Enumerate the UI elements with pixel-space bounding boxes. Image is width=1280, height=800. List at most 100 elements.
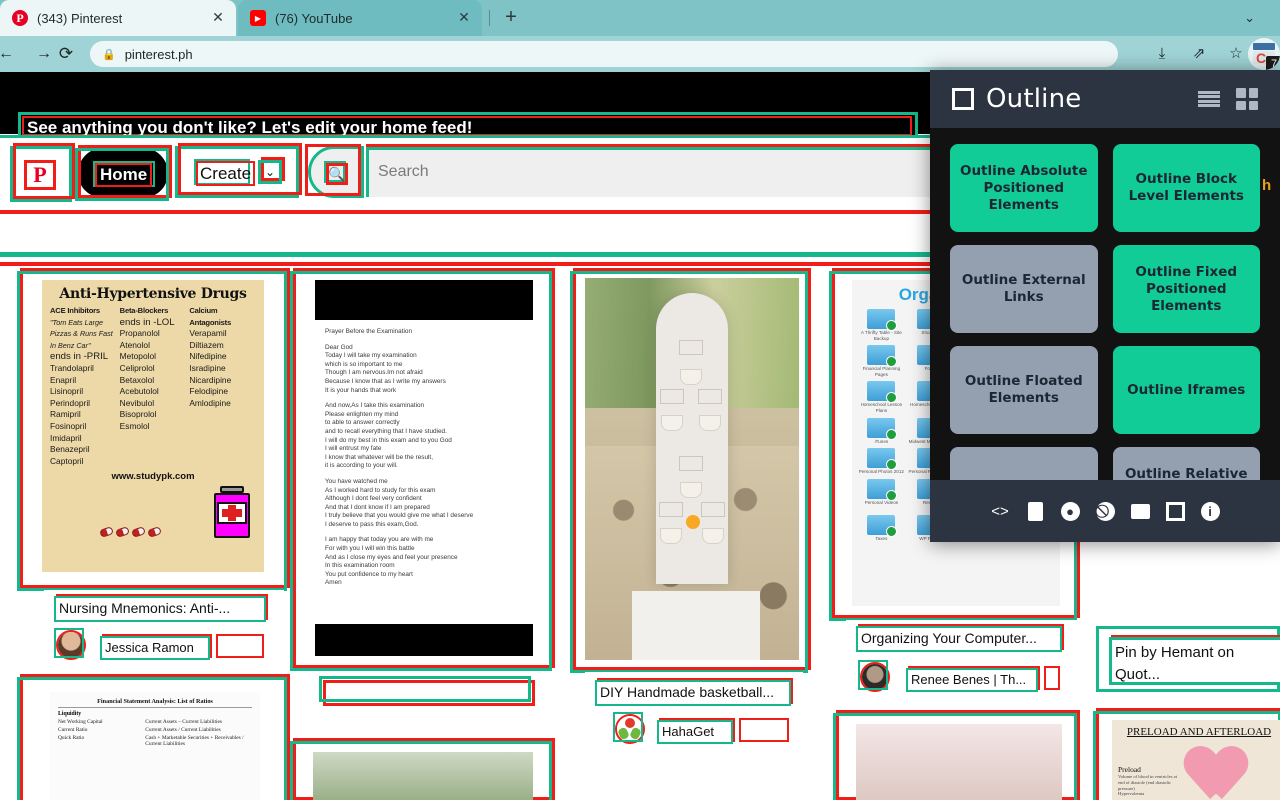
drug-item: Benazepril (50, 444, 90, 455)
outline-panel-header: Outline (930, 70, 1280, 128)
outline-toggle-button[interactable]: Outline Block Level Elements (1112, 144, 1260, 232)
pin-title: Pin by Hemant on Quot... (1115, 644, 1235, 683)
pin-image[interactable] (856, 724, 1062, 800)
tab-title: (76) YouTube (275, 10, 353, 26)
financial-ratios-poster: Financial Statement Analysis: List of Ra… (50, 692, 260, 800)
cookie-icon[interactable]: ● (1059, 500, 1081, 522)
pin-image[interactable]: Prayer Before the Examination Dear God T… (315, 280, 533, 656)
grid-view-icon[interactable] (1236, 88, 1258, 110)
pinterest-p-glyph: P (33, 162, 47, 187)
extension-glyph: C (1256, 50, 1267, 66)
poster-top-band (315, 280, 533, 320)
square-icon[interactable] (1164, 500, 1186, 522)
image-icon[interactable] (1129, 500, 1151, 522)
tab-close-icon[interactable]: ✕ (456, 10, 472, 26)
drug-item: Captopril (50, 455, 84, 466)
tab-strip: P (343) Pinterest ✕ ▶ (76) YouTube ✕ + ⌄ (0, 0, 1280, 36)
prayer-stanza: I am happy that today you are with me Fo… (325, 536, 458, 587)
poster-column-ace: ACE Inhibitors "Tom Eats Large Pizzas & … (50, 305, 117, 467)
pin-card[interactable]: Anti-Hypertensive Drugs ACE Inhibitors "… (17, 268, 290, 591)
outline-extension-panel[interactable]: Outline Outline Absolute Positioned Elem… (930, 70, 1280, 542)
outline-toggle-button[interactable]: Outline Fixed Positioned Elements (1112, 245, 1260, 333)
pin-author[interactable]: HahaGet (657, 720, 733, 744)
poster-heading: Financial Statement Analysis: List of Ra… (58, 698, 252, 708)
pin-title[interactable]: Organizing Your Computer... (856, 626, 1062, 652)
pin-meta: Organizing Your Computer... Renee Benes … (846, 620, 1078, 692)
header-divider-green (0, 252, 930, 257)
header-divider-red (0, 210, 930, 214)
pin-card[interactable] (570, 268, 811, 673)
browser-toolbar: ← → ⟳ 🔒 pinterest.ph ⤓ ⇗ ☆ C 7 (0, 36, 1280, 72)
drug-item: Amlodipine (189, 397, 231, 408)
folder-item: Personal Photos 2012 (858, 447, 905, 475)
share-icon[interactable]: ⇗ (1189, 44, 1209, 64)
url-text: pinterest.ph (124, 46, 193, 62)
pin-card[interactable]: Prayer Before the Examination Dear God T… (290, 268, 555, 671)
pin-action-slot[interactable] (216, 634, 264, 658)
beta-rule: ends in -LOL (119, 316, 175, 328)
outline-toggle-button[interactable]: Outline External Links (950, 245, 1098, 333)
ratio-formula: Cash + Marketable Securities + Receivabl… (145, 735, 244, 747)
pin-title[interactable]: DIY Handmade basketball... (595, 680, 791, 706)
list-view-icon[interactable] (1198, 91, 1220, 107)
outline-toggle-button[interactable]: Outline Floated Elements (950, 346, 1098, 434)
pinterest-header: P Home Create ⌄ 🔍 Search (0, 138, 930, 210)
preload-title: Preload (1118, 765, 1141, 775)
pinterest-logo-icon: P (24, 160, 56, 190)
ratio-formula: Current Assets / Current Liabilities (145, 727, 221, 733)
pin-card[interactable] (290, 738, 555, 800)
poster-column-beta: Beta-Blockers ends in -LOL Propanolol Ate… (120, 305, 187, 467)
drug-item: Betaxolol (119, 374, 155, 385)
ace-mnemonic: "Tom Eats Large Pizzas & Runs Fast In Be… (50, 317, 113, 350)
beta-head: Beta-Blockers (119, 306, 169, 315)
pin-image[interactable] (313, 752, 533, 800)
block-icon[interactable]: ⃠ (1094, 500, 1116, 522)
chevron-down-icon[interactable]: ⌄ (258, 160, 282, 184)
pin-card[interactable]: PRELOAD AND AFTERLOAD Preload Volume of … (1093, 708, 1280, 800)
pin-image[interactable]: PRELOAD AND AFTERLOAD Preload Volume of … (1112, 720, 1280, 800)
pin-author[interactable]: Jessica Ramon (100, 636, 210, 660)
code-icon[interactable]: <> (989, 500, 1011, 522)
pin-author[interactable]: Renee Benes | Th... (906, 668, 1038, 692)
pin-title[interactable]: Nursing Mnemonics: Anti-... (54, 596, 266, 622)
pin-image[interactable] (585, 278, 799, 660)
drug-item: Nifedipine (189, 351, 227, 362)
drug-item: Felodipine (189, 386, 228, 397)
forward-arrow-icon[interactable]: → (34, 44, 54, 64)
tab-close-icon[interactable]: ✕ (210, 10, 226, 26)
drug-item: Trandolapril (50, 362, 94, 373)
pin-card[interactable] (833, 710, 1080, 800)
outline-toggle-button[interactable]: Outline Absolute Positioned Elements (950, 144, 1098, 232)
drug-item: Lisinopril (50, 386, 84, 397)
new-tab-button[interactable]: + (500, 7, 522, 29)
outline-toggle-button[interactable]: Outline Iframes (1112, 346, 1260, 434)
reload-icon[interactable]: ⟳ (56, 44, 76, 64)
document-icon[interactable] (1024, 500, 1046, 522)
pin-image[interactable]: Anti-Hypertensive Drugs ACE Inhibitors "… (42, 280, 264, 572)
pin-title-block[interactable]: Pin by Hemant on Quot... Soothing quotes… (1109, 637, 1280, 685)
pin-card[interactable]: Financial Statement Analysis: List of Ra… (17, 674, 290, 800)
outline-toggle-label: Outline Block Level Elements (1128, 171, 1244, 204)
back-arrow-icon[interactable]: ← (0, 44, 16, 64)
tab-youtube[interactable]: ▶ (76) YouTube ✕ (238, 0, 482, 36)
pin-image[interactable]: Financial Statement Analysis: List of Ra… (50, 692, 260, 800)
pin-action-slot[interactable] (1044, 666, 1060, 690)
outline-extension-icon[interactable]: C 7 (1248, 38, 1280, 70)
tab-title: (343) Pinterest (37, 10, 123, 26)
outline-toggle-label: Outline External Links (961, 272, 1086, 305)
youtube-favicon-icon: ▶ (250, 10, 266, 26)
address-bar[interactable]: 🔒 pinterest.ph (90, 41, 1118, 67)
ping-pong-ball (685, 514, 700, 529)
prayer-stanza: And now,As I take this examination Pleas… (325, 402, 452, 470)
bookmark-star-icon[interactable]: ☆ (1226, 44, 1246, 64)
chevron-down-icon[interactable]: ⌄ (1244, 10, 1255, 26)
pin-action-slot[interactable] (739, 718, 789, 742)
search-input[interactable] (366, 147, 930, 197)
pin-title-placeholder[interactable] (319, 676, 531, 702)
outline-panel-title: Outline (986, 84, 1082, 114)
search-icon[interactable]: 🔍 (326, 163, 348, 185)
info-icon[interactable]: i (1199, 500, 1221, 522)
tab-pinterest[interactable]: P (343) Pinterest ✕ (0, 0, 236, 36)
install-icon[interactable]: ⤓ (1152, 44, 1172, 64)
pin-meta: DIY Handmade basketball... HahaGet (585, 672, 803, 746)
